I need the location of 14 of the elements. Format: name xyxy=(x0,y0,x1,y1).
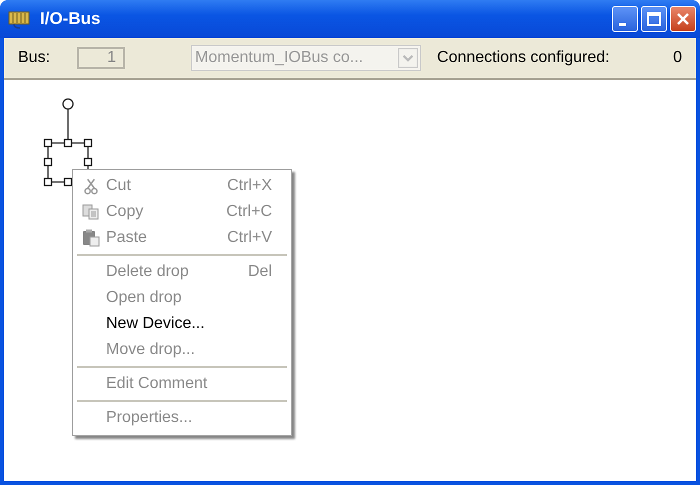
maximize-button[interactable] xyxy=(641,6,667,32)
minimize-button[interactable] xyxy=(612,6,638,32)
connections-label: Connections configured: xyxy=(437,49,610,67)
clipboard-icon xyxy=(82,229,100,247)
connections-count: 0 xyxy=(673,49,682,67)
rack-icon xyxy=(8,9,30,29)
copy-icon xyxy=(82,203,100,221)
minimize-icon xyxy=(618,22,626,26)
maximize-icon xyxy=(644,9,664,29)
menu-item[interactable]: New Device... xyxy=(76,311,288,337)
close-button[interactable] xyxy=(670,6,696,32)
window-title: I/O-Bus xyxy=(40,9,100,29)
scissors-icon xyxy=(82,177,100,195)
bus-label: Bus: xyxy=(18,49,50,67)
